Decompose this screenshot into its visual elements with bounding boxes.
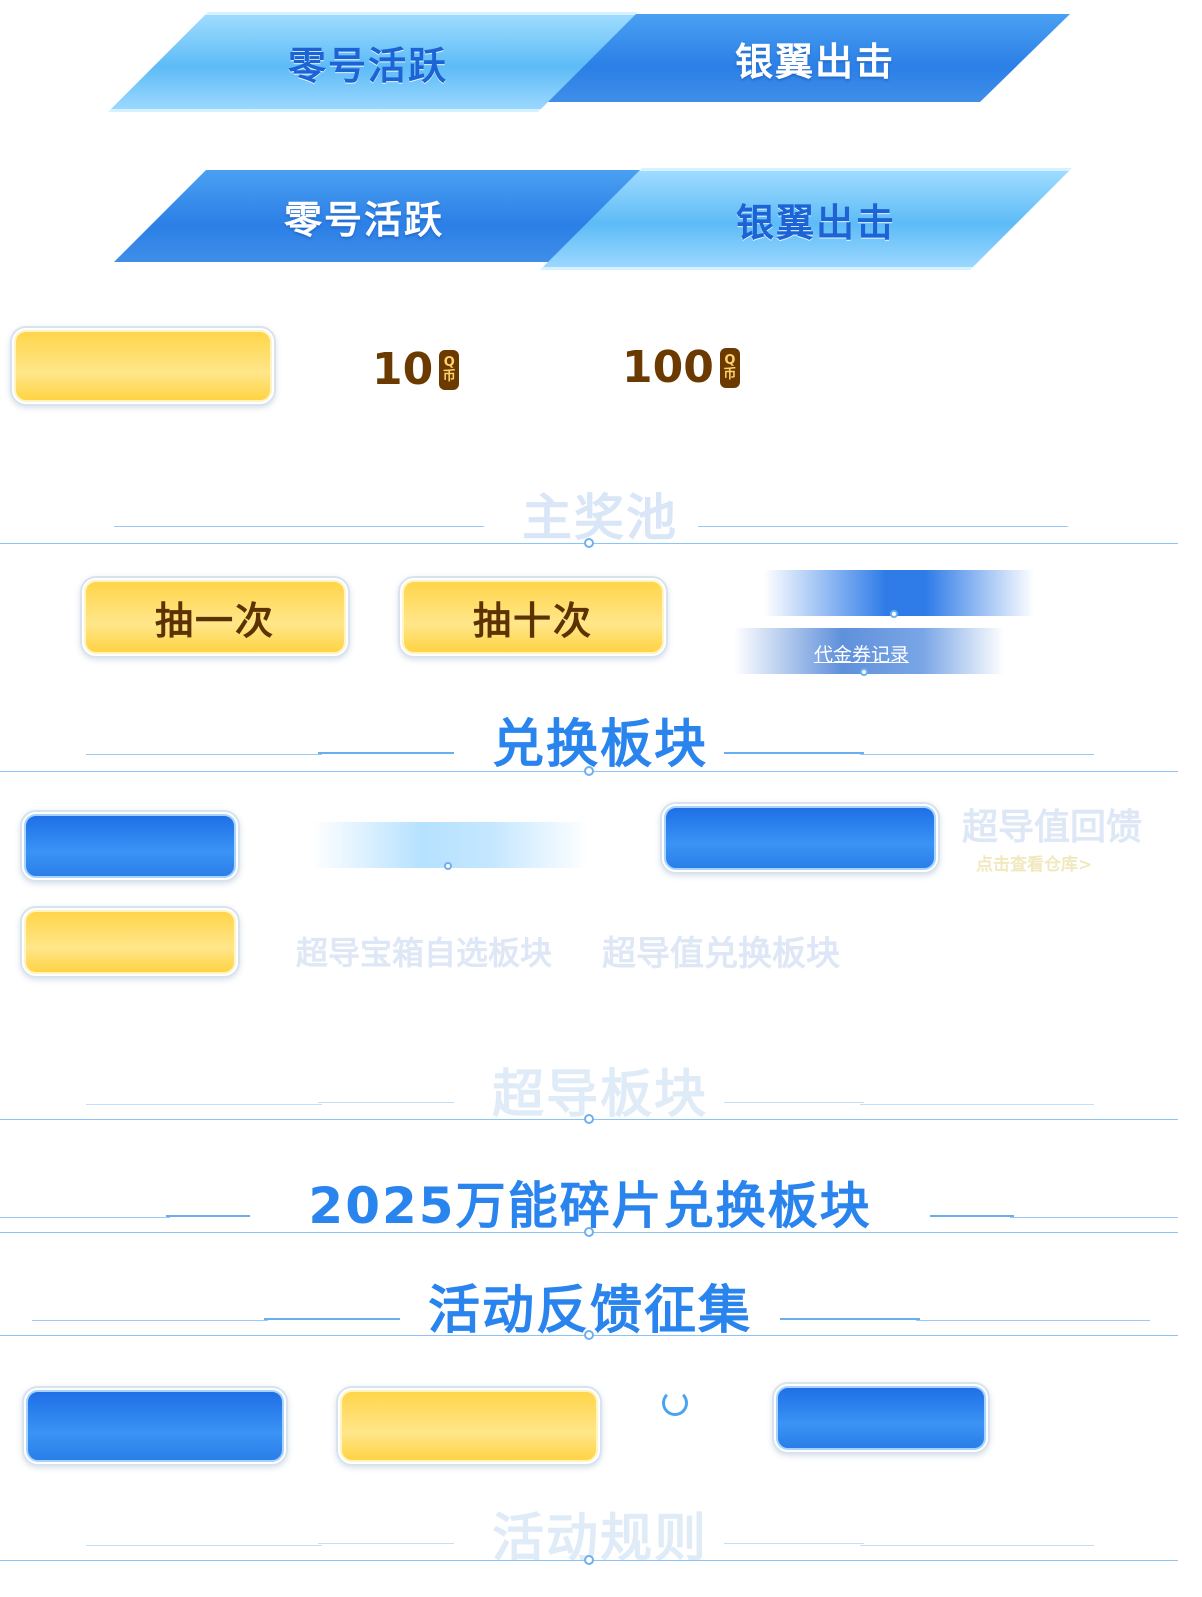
divider — [114, 526, 484, 527]
divider — [86, 754, 322, 755]
draw-once-button[interactable]: 抽一次 — [80, 576, 350, 658]
divider — [264, 1318, 400, 1320]
blue-button-small[interactable] — [20, 810, 240, 882]
tab-label: 银翼出击 — [734, 39, 895, 84]
divider-dot — [584, 1227, 594, 1237]
divider — [780, 1318, 920, 1320]
divider — [166, 1215, 250, 1217]
divider — [32, 1320, 268, 1321]
divider-dot — [584, 1114, 594, 1124]
section-title-superconductor: 超导板块 — [491, 1065, 708, 1125]
loading-spinner-icon — [662, 1390, 688, 1416]
divider-dot — [584, 1555, 594, 1565]
tab-label: 零号活跃 — [283, 197, 444, 242]
voucher-record-link[interactable]: 代金券记录 — [814, 640, 909, 667]
divider-dot — [890, 610, 898, 618]
divider — [318, 1102, 454, 1103]
divider-dot — [584, 1330, 594, 1340]
voucher-bar-strong — [764, 570, 1034, 616]
yellow-button-blank[interactable] — [10, 326, 276, 406]
price-10: 10 Q币 — [372, 344, 460, 395]
divider — [86, 1104, 322, 1105]
divider-dot — [444, 862, 452, 870]
warehouse-link[interactable]: 点击查看仓库> — [976, 850, 1092, 875]
q-coin-icon: Q币 — [439, 349, 460, 390]
super-value-title: 超导值回馈 — [962, 807, 1143, 848]
tab-label: 零号活跃 — [287, 43, 448, 88]
divider — [916, 1320, 1150, 1321]
divider — [724, 1543, 864, 1544]
light-fade-bar — [312, 822, 588, 868]
divider — [1010, 1217, 1178, 1218]
divider — [860, 1545, 1094, 1546]
draw-ten-label: 抽十次 — [472, 598, 593, 643]
blue-button-large[interactable] — [22, 1386, 288, 1466]
divider — [86, 1545, 322, 1546]
divider — [0, 1217, 170, 1218]
divider-dot — [860, 668, 868, 676]
divider — [860, 754, 1094, 755]
blue-button-medium[interactable] — [772, 1382, 990, 1454]
price-value: 10 — [372, 344, 434, 395]
blue-button-wide[interactable] — [660, 802, 940, 874]
tab-label: 银翼出击 — [735, 200, 896, 245]
price-value: 100 — [622, 342, 714, 393]
q-coin-icon: Q币 — [719, 347, 740, 388]
yellow-button-small[interactable] — [20, 906, 240, 978]
divider — [860, 1104, 1094, 1105]
price-100: 100 Q币 — [622, 342, 740, 393]
divider — [930, 1215, 1014, 1217]
divider — [318, 1543, 454, 1544]
divider-dot — [584, 766, 594, 776]
divider-dot — [584, 538, 594, 548]
divider — [318, 752, 454, 754]
yellow-button-large[interactable] — [336, 1386, 602, 1466]
chest-select-label: 超导宝箱自选板块 — [296, 934, 553, 972]
section-title-exchange: 兑换板块 — [491, 715, 708, 775]
value-exchange-label: 超导值兑换板块 — [602, 934, 840, 974]
section-title-main-pool: 主奖池 — [522, 489, 678, 547]
draw-once-label: 抽一次 — [154, 598, 275, 643]
draw-ten-button[interactable]: 抽十次 — [398, 576, 668, 658]
